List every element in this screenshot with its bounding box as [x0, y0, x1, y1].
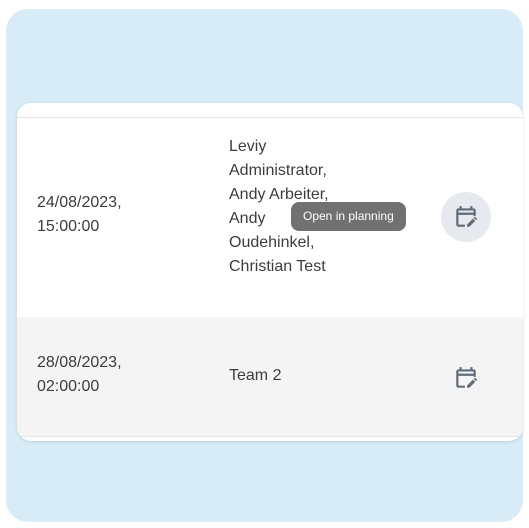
- schedule-card: 24/08/2023, 15:00:00 Leviy Administrator…: [17, 103, 523, 441]
- row-date: 24/08/2023, 15:00:00: [37, 194, 122, 235]
- table-row: 24/08/2023, 15:00:00 Leviy Administrator…: [17, 117, 523, 318]
- assignee-line: Team 2: [229, 367, 282, 384]
- assignee-line: Oudehinkel,: [229, 234, 315, 251]
- assignee-line: Administrator,: [229, 162, 327, 179]
- assignee-line: Christian Test: [229, 258, 326, 275]
- row-date: 28/08/2023, 02:00:00: [37, 354, 122, 395]
- tooltip-open-in-planning: Open in planning: [291, 202, 406, 231]
- table-row: 28/08/2023, 02:00:00 Team 2: [17, 317, 523, 437]
- assignee-line: Leviy: [229, 138, 267, 155]
- open-in-planning-button[interactable]: [441, 353, 491, 403]
- open-in-planning-button[interactable]: [441, 192, 491, 242]
- calendar-edit-icon: [456, 367, 477, 388]
- calendar-edit-icon: [456, 206, 477, 227]
- background-panel: 24/08/2023, 15:00:00 Leviy Administrator…: [6, 9, 523, 522]
- row-assignees: Team 2: [229, 364, 379, 388]
